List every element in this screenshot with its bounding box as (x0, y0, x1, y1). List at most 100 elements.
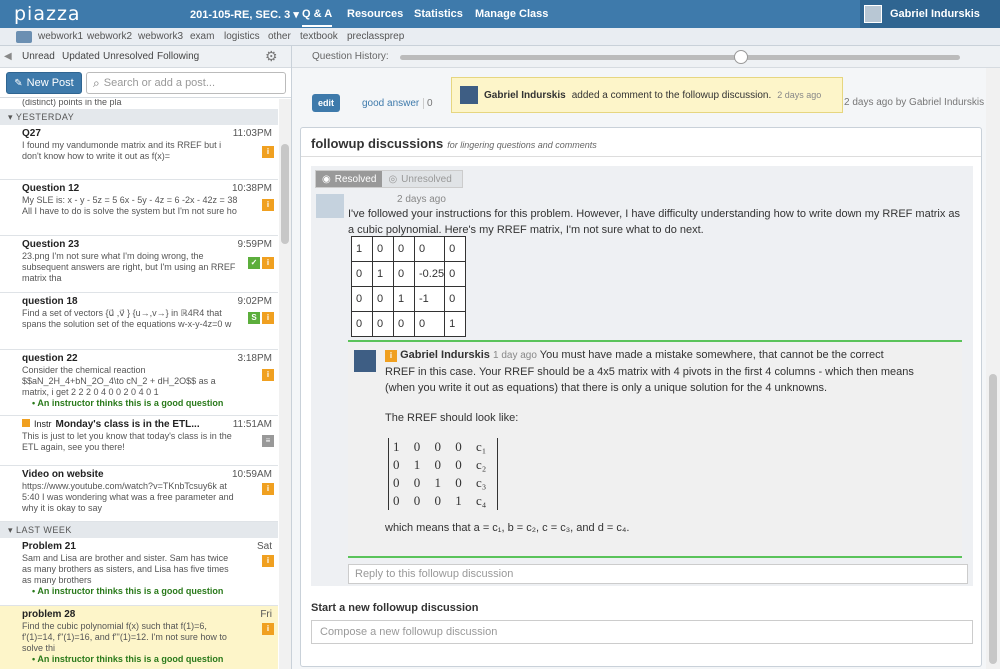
feed-item[interactable]: Q27 I found my vandumonde matrix and its… (0, 125, 278, 180)
rref-row: 0 0 1 -1 0 (351, 286, 467, 312)
rref-cell: 0 (413, 311, 446, 337)
instructor-icon: i (262, 623, 274, 635)
matrix-row: 1 0 0 0 c₁ (393, 438, 497, 456)
feed-list: (distinct) points in the pla ▾ YESTERDAY… (0, 99, 278, 669)
folder-bar: webwork1 webwork2 webwork3 exam logistic… (0, 28, 1000, 46)
good-question-note: • An instructor thinks this is a good qu… (32, 586, 224, 596)
rref-cell: 0 (372, 236, 394, 262)
detail-scroll-thumb[interactable] (989, 374, 997, 664)
course-selector[interactable]: 201-105-RE, SEC. 3 ▾ (190, 8, 299, 21)
nav-statistics[interactable]: Statistics (414, 8, 463, 20)
matrix-cell: 1 (434, 475, 441, 490)
rref-cell: -1 (413, 286, 446, 312)
matrix-cell: 0 (393, 493, 400, 508)
section-yesterday: ▾ YESTERDAY (0, 109, 278, 125)
student-answer-icon: S (248, 312, 260, 324)
rref-cell: 1 (393, 286, 415, 312)
matrix-cell: 0 (455, 475, 462, 490)
filter-unresolved[interactable]: Unresolved (103, 51, 154, 62)
post-detail-panel: Question History: edit good answer 0 2 d… (292, 46, 1000, 669)
matrix-cell: 0 (434, 457, 441, 472)
matrix-cell: 0 (393, 475, 400, 490)
resolved-option[interactable]: ◉ Resolved (316, 171, 383, 187)
folder-preclassprep[interactable]: preclassprep (347, 31, 404, 42)
feed-scroll-thumb[interactable] (281, 144, 289, 244)
collapse-icon[interactable]: ◀ (4, 51, 12, 62)
radio-icon: ◎ (388, 173, 398, 185)
compose-icon: ✎ (14, 77, 23, 89)
user-name: Gabriel Indurskis (890, 8, 980, 20)
rref-row: 10000 (351, 236, 467, 262)
feed-item[interactable]: Question 12 My SLE is: x - y - 5z = 5 6x… (0, 180, 278, 236)
new-post-button[interactable]: ✎ New Post (6, 72, 82, 94)
rref-cell: -0.25 (413, 261, 446, 287)
matrix-row: 0 0 0 1 c₄ (393, 492, 497, 510)
piazza-logo[interactable]: piazza (14, 3, 81, 25)
rref-cell: 0 (444, 286, 467, 312)
folder-webwork2[interactable]: webwork2 (87, 31, 132, 42)
matrix-cell: 0 (434, 439, 441, 454)
folder-exam[interactable]: exam (190, 31, 214, 42)
matrix-cell: c₁ (475, 439, 487, 454)
new-post-row: ✎ New Post ⌕ Search or add a post... (0, 68, 291, 98)
feed-item-selected[interactable]: problem 28 Find the cubic polynomial f(x… (0, 606, 278, 669)
instructor-avatar (354, 350, 376, 372)
folder-textbook[interactable]: textbook (300, 31, 338, 42)
search-input[interactable]: ⌕ Search or add a post... (86, 72, 286, 94)
followup-title: followup discussions for lingering questi… (311, 136, 597, 151)
detail-scrollbar[interactable] (986, 68, 1000, 669)
matrix-cell: 0 (434, 493, 441, 508)
filter-following[interactable]: Following (157, 51, 199, 62)
note-icon: ≡ (262, 435, 274, 447)
folder-logistics[interactable]: logistics (224, 31, 260, 42)
edit-button[interactable]: edit (312, 94, 340, 112)
feed-item[interactable]: question 22 Consider the chemical reacti… (0, 350, 278, 416)
reply-author: Gabriel Indurskis (400, 349, 490, 361)
nav-manage-class[interactable]: Manage Class (475, 8, 548, 20)
matrix-cell: c₃ (475, 475, 487, 490)
post-meta: 2 days ago by Gabriel Indurskis (844, 97, 985, 108)
folder-icon[interactable] (16, 31, 32, 43)
matrix-cell: 0 (455, 457, 462, 472)
folder-other[interactable]: other (268, 31, 291, 42)
rref-cell: 0 (413, 236, 446, 262)
resolved-toggle[interactable]: ◉ Resolved ◎ Unresolved (315, 170, 463, 188)
radio-selected-icon: ◉ (322, 173, 331, 185)
filter-updated[interactable]: Updated (62, 51, 100, 62)
history-slider-knob[interactable] (734, 50, 748, 64)
instructor-icon: i (262, 257, 274, 269)
history-slider[interactable] (400, 50, 960, 64)
rref-cell: 0 (393, 236, 415, 262)
nav-qa[interactable]: Q & A (302, 8, 333, 27)
instructor-icon: i (262, 146, 274, 158)
rref-cell: 0 (393, 261, 415, 287)
nav-resources[interactable]: Resources (347, 8, 403, 20)
rref-cell: 0 (351, 286, 373, 312)
instructor-icon: i (262, 312, 274, 324)
rref-cell: 0 (372, 311, 394, 337)
feed-scrollbar[interactable] (279, 99, 291, 669)
gear-icon[interactable]: ⚙ (265, 48, 278, 65)
notification-toast[interactable]: Gabriel Indurskis added a comment to the… (451, 77, 843, 113)
matrix-cell: c₄ (475, 493, 487, 508)
user-menu[interactable]: Gabriel Indurskis (860, 0, 1000, 28)
search-icon: ⌕ (93, 75, 100, 90)
good-answer-link[interactable]: good answer (362, 98, 419, 109)
rref-cell: 0 (444, 261, 467, 287)
feed-item[interactable]: Problem 21 Sam and Lisa are brother and … (0, 538, 278, 606)
unresolved-option[interactable]: ◎ Unresolved (382, 174, 457, 185)
feed-item[interactable]: question 18 Find a set of vectors {u⃗ ,v… (0, 293, 278, 350)
rref-cell: 0 (444, 236, 467, 262)
reply-input[interactable]: Reply to this followup discussion (348, 564, 968, 584)
folder-webwork3[interactable]: webwork3 (138, 31, 183, 42)
feed-item[interactable]: Question 23 23.png I'm not sure what I'm… (0, 236, 278, 293)
feed-item[interactable]: Instr Monday's class is in the ETL... Thi… (0, 416, 278, 466)
folder-webwork1[interactable]: webwork1 (38, 31, 83, 42)
compose-followup-input[interactable]: Compose a new followup discussion (311, 620, 973, 644)
feed-item[interactable]: Video on website https://www.youtube.com… (0, 466, 278, 522)
filter-unread[interactable]: Unread (22, 51, 55, 62)
matrix-cell: 1 (393, 439, 400, 454)
instructor-flag-icon (22, 419, 30, 427)
matrix-cell: 1 (455, 493, 462, 508)
rref-cell: 0 (351, 261, 373, 287)
